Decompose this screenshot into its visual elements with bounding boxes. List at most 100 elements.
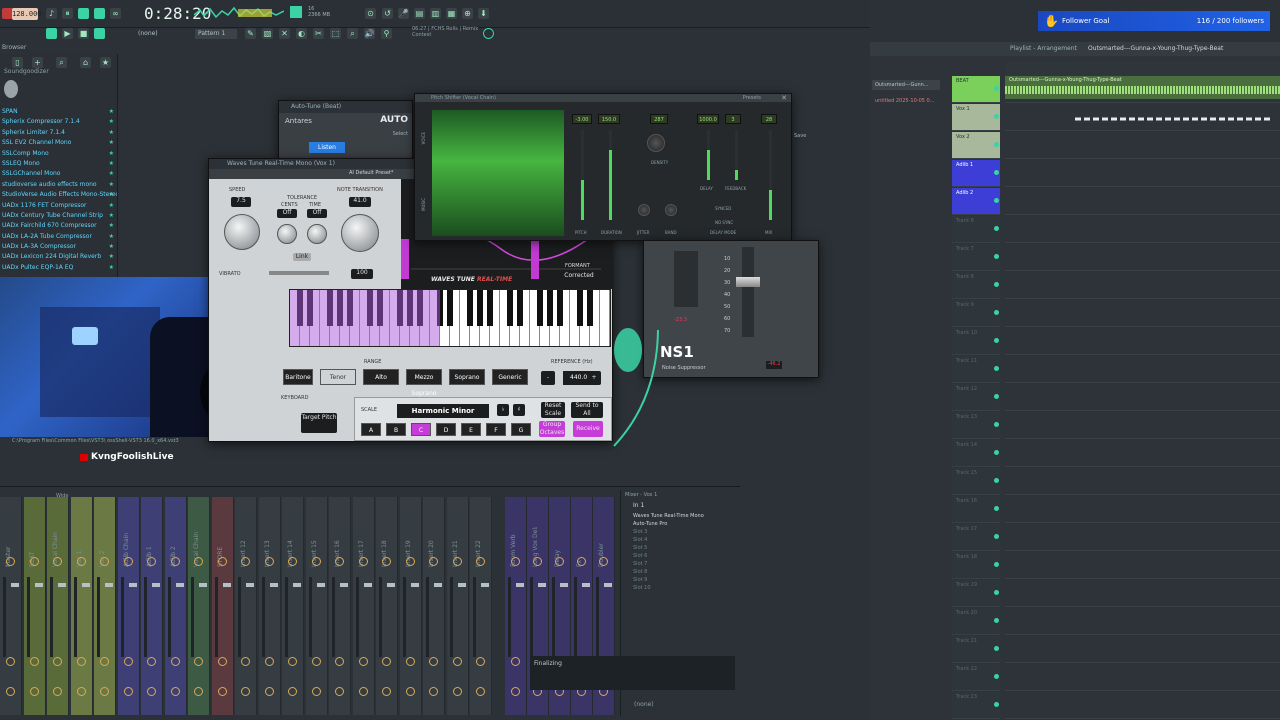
plugin-item[interactable]: studioverse audio effects mono ★ [0, 181, 117, 191]
track-mute-led[interactable] [994, 394, 999, 399]
pan-knob[interactable] [405, 687, 415, 696]
pan-knob[interactable] [241, 657, 250, 666]
black-key[interactable] [467, 290, 473, 326]
target-pitch-button[interactable]: Target Pitch [301, 413, 337, 433]
ns1-save[interactable]: Save [794, 133, 806, 139]
mixer-view-icon[interactable]: ▤ [414, 8, 425, 19]
track-mute-led[interactable] [994, 142, 999, 147]
note-button[interactable]: B [386, 423, 406, 436]
black-key[interactable] [537, 290, 543, 326]
reset-icon[interactable]: ↺ [382, 8, 393, 19]
favorite-star-icon[interactable]: ★ [109, 202, 114, 209]
track-mute-led[interactable] [994, 310, 999, 315]
tolerance-cents-knob[interactable] [277, 224, 297, 244]
pitch-shifter-title[interactable]: Pitch Shifter (Vocal Chain) [415, 94, 791, 102]
volume-fader[interactable] [457, 583, 466, 587]
pan-knob[interactable] [533, 557, 542, 566]
tool-mute-icon[interactable]: ◐ [296, 28, 307, 39]
black-key[interactable] [447, 290, 453, 326]
track-lane[interactable] [1005, 468, 1280, 495]
note-button[interactable]: C [411, 423, 431, 436]
mixer-strip[interactable]: Room Verb [505, 497, 527, 715]
pan-knob[interactable] [6, 687, 15, 696]
tolerance-cents[interactable]: Off [277, 209, 297, 218]
track-header[interactable]: Track 20 [952, 608, 1000, 635]
delay-value[interactable]: 1000.0 [697, 114, 719, 124]
channel-rack-icon[interactable]: ▦ [446, 8, 457, 19]
track-mute-led[interactable] [994, 478, 999, 483]
band-knob[interactable] [665, 204, 677, 216]
presets-button[interactable]: Presets [743, 95, 761, 101]
black-key[interactable] [507, 290, 513, 326]
close-icon[interactable]: ✕ [781, 94, 787, 102]
volume-fader[interactable] [175, 583, 184, 587]
mixer-strip[interactable]: Vox 2 [94, 497, 116, 715]
favorite-star-icon[interactable]: ★ [109, 129, 114, 136]
tool-playback-icon[interactable]: 🔊 [364, 28, 375, 39]
mixer-strip[interactable]: Adlib 2 [164, 497, 187, 715]
volume-fader[interactable] [222, 583, 231, 587]
tool-delete-icon[interactable]: ✕ [279, 28, 290, 39]
track-mute-led[interactable] [994, 450, 999, 455]
pan-knob[interactable] [382, 557, 391, 566]
tolerance-time-knob[interactable] [307, 224, 327, 244]
pan-knob[interactable] [76, 557, 86, 566]
track-header[interactable]: Track 16 [952, 496, 1000, 523]
volume-fader[interactable] [560, 583, 568, 587]
mixer-strip[interactable]: Insert 14 [282, 497, 304, 715]
pan-knob[interactable] [217, 657, 227, 666]
volume-fader[interactable] [410, 583, 419, 587]
track-header[interactable]: Track 19 [952, 580, 1000, 607]
duration-value[interactable]: 150.0 [598, 114, 620, 124]
browser-star-icon[interactable]: ★ [100, 57, 111, 68]
plugin-item[interactable]: UADx LA-3A Compressor ★ [0, 243, 117, 253]
volume-fader[interactable] [293, 583, 301, 587]
track-lane[interactable] [1005, 412, 1280, 439]
pan-knob[interactable] [100, 557, 109, 566]
favorite-star-icon[interactable]: ★ [109, 170, 114, 177]
plugin-item[interactable]: UADx Pultec EQP-1A EQ ★ [0, 264, 117, 274]
pan-knob[interactable] [29, 557, 39, 566]
note-button[interactable]: D [436, 423, 456, 436]
playlist-picker-item[interactable]: Outsmarted---Gunn... [872, 80, 940, 90]
track-header[interactable]: Track 17 [952, 524, 1000, 551]
browser-lock-icon[interactable]: ⌂ [80, 57, 91, 68]
mixer-strip[interactable]: Insert 18 [376, 497, 398, 715]
pan-knob[interactable] [53, 557, 62, 566]
volume-fader[interactable] [604, 583, 612, 587]
track-mute-led[interactable] [994, 590, 999, 595]
mixer-strip[interactable]: Adlib Chain [117, 497, 140, 715]
pan-knob[interactable] [429, 557, 438, 566]
pan-knob[interactable] [123, 657, 133, 666]
pan-knob[interactable] [123, 687, 133, 696]
range-button[interactable]: Baritone [283, 369, 313, 385]
track-lane[interactable] [1005, 552, 1280, 579]
browser-files-icon[interactable]: ▯ [12, 57, 23, 68]
tool-pin-icon[interactable]: ⚲ [381, 28, 392, 39]
track-mute-led[interactable] [994, 114, 999, 119]
delay-fader[interactable] [707, 130, 710, 180]
track-mute-led[interactable] [994, 86, 999, 91]
track-header[interactable]: Track 12 [952, 384, 1000, 411]
loop-record-icon[interactable]: ∞ [110, 8, 121, 19]
track-mute-led[interactable] [994, 618, 999, 623]
browser-search-icon[interactable]: ⌕ [56, 57, 67, 68]
vibrato-slider[interactable] [269, 271, 329, 275]
send-to-all-button[interactable]: Send to All [571, 402, 603, 418]
black-key[interactable] [557, 290, 563, 326]
mixer-input[interactable]: In 1 [621, 500, 738, 512]
pan-knob[interactable] [29, 687, 39, 696]
track-mute-led[interactable] [994, 534, 999, 539]
countdown-icon[interactable] [78, 8, 89, 19]
track-header[interactable]: BEAT [952, 76, 1000, 103]
track-header[interactable]: Track 21 [952, 636, 1000, 663]
metronome-icon[interactable]: ♪ [46, 8, 57, 19]
mic-icon[interactable]: 🎤 [398, 8, 409, 19]
pan-knob[interactable] [476, 557, 485, 566]
track-lane[interactable] [1005, 692, 1280, 719]
volume-fader[interactable] [128, 583, 137, 587]
volume-fader[interactable] [516, 583, 524, 587]
pan-knob[interactable] [382, 657, 391, 666]
favorite-star-icon[interactable]: ★ [109, 243, 114, 250]
insert-slot[interactable]: Slot 3 [621, 528, 738, 536]
